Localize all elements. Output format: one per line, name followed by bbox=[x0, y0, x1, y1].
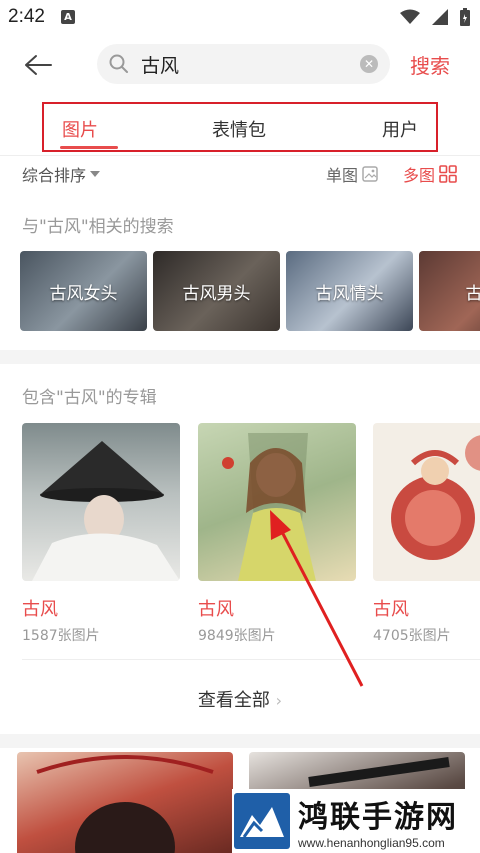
related-search-list: 古风女头 古风男头 古风情头 古风 bbox=[20, 251, 480, 331]
related-search-label: 古风 bbox=[465, 283, 480, 304]
status-bar: 2:42 A bbox=[0, 0, 480, 34]
search-header: ✕ 搜索 bbox=[0, 34, 480, 96]
status-icons bbox=[400, 8, 470, 26]
sort-dropdown[interactable]: 综合排序 bbox=[22, 162, 101, 186]
back-arrow-icon bbox=[25, 55, 52, 75]
album-count: 4705张图片 bbox=[373, 628, 451, 643]
section-divider bbox=[0, 734, 480, 748]
related-search-item[interactable]: 古风女头 bbox=[20, 251, 147, 331]
related-search-item[interactable]: 古风 bbox=[419, 251, 480, 331]
single-view-toggle[interactable]: 单图 bbox=[326, 162, 378, 186]
battery-icon bbox=[460, 8, 470, 26]
album-cover bbox=[22, 423, 180, 581]
divider bbox=[0, 155, 480, 156]
tab-users[interactable]: 用户 bbox=[382, 116, 418, 142]
sort-label: 综合排序 bbox=[22, 166, 87, 185]
active-tab-indicator bbox=[60, 146, 118, 149]
album-count: 1587张图片 bbox=[22, 628, 100, 643]
album-list: 古风 1587张图片 古风 9849张图片 古风 4705张图片 bbox=[22, 423, 480, 643]
search-button[interactable]: 搜索 bbox=[410, 50, 450, 79]
related-search-item[interactable]: 古风男头 bbox=[153, 251, 280, 331]
album-card[interactable]: 古风 4705张图片 bbox=[373, 423, 480, 643]
album-card[interactable]: 古风 9849张图片 bbox=[198, 423, 356, 643]
albums-title: 包含"古风"的专辑 bbox=[22, 388, 157, 408]
section-divider bbox=[0, 350, 480, 364]
album-cover bbox=[198, 423, 356, 581]
related-search-label: 古风女头 bbox=[49, 283, 118, 304]
view-all-label: 查看全部 bbox=[197, 690, 270, 711]
wifi-icon bbox=[400, 9, 420, 24]
multi-view-toggle[interactable]: 多图 bbox=[403, 162, 457, 186]
watermark-text: 鸿联手游网 www.henanhonglian95.com bbox=[298, 792, 458, 850]
watermark-name: 鸿联手游网 bbox=[298, 800, 458, 835]
divider bbox=[22, 659, 480, 660]
related-search-title: 与"古风"相关的搜索 bbox=[22, 217, 174, 237]
view-all-button[interactable]: 查看全部 › bbox=[0, 686, 480, 712]
search-box[interactable]: ✕ bbox=[97, 44, 390, 84]
multi-view-label: 多图 bbox=[403, 166, 436, 185]
search-input[interactable] bbox=[141, 53, 341, 75]
grid-icon bbox=[439, 165, 457, 183]
album-card[interactable]: 古风 1587张图片 bbox=[22, 423, 180, 643]
watermark-url: www.henanhonglian95.com bbox=[298, 836, 445, 850]
image-result-card[interactable] bbox=[17, 752, 233, 853]
related-search-item[interactable]: 古风情头 bbox=[286, 251, 413, 331]
watermark: 鸿联手游网 www.henanhonglian95.com bbox=[232, 789, 480, 853]
related-search-label: 古风男头 bbox=[182, 283, 251, 304]
back-button[interactable] bbox=[8, 35, 68, 95]
tab-images[interactable]: 图片 bbox=[62, 116, 98, 142]
single-view-label: 单图 bbox=[326, 166, 359, 185]
album-name: 古风 bbox=[373, 599, 409, 620]
album-name: 古风 bbox=[198, 599, 234, 620]
clear-icon[interactable]: ✕ bbox=[360, 55, 378, 73]
tabs-highlight-box: 图片 表情包 用户 bbox=[42, 102, 438, 152]
search-icon bbox=[109, 54, 128, 73]
album-count: 9849张图片 bbox=[198, 628, 276, 643]
filter-bar: 综合排序 单图 多图 bbox=[0, 158, 480, 190]
image-icon bbox=[362, 166, 378, 182]
status-time: 2:42 bbox=[8, 6, 45, 27]
album-name: 古风 bbox=[22, 599, 58, 620]
chevron-right-icon: › bbox=[275, 691, 283, 710]
related-search-label: 古风情头 bbox=[315, 283, 384, 304]
signal-icon bbox=[432, 9, 448, 25]
notification-icon: A bbox=[60, 10, 75, 24]
album-cover bbox=[373, 423, 480, 581]
caret-down-icon bbox=[90, 171, 101, 177]
tab-stickers[interactable]: 表情包 bbox=[212, 116, 266, 142]
watermark-logo bbox=[234, 793, 290, 849]
